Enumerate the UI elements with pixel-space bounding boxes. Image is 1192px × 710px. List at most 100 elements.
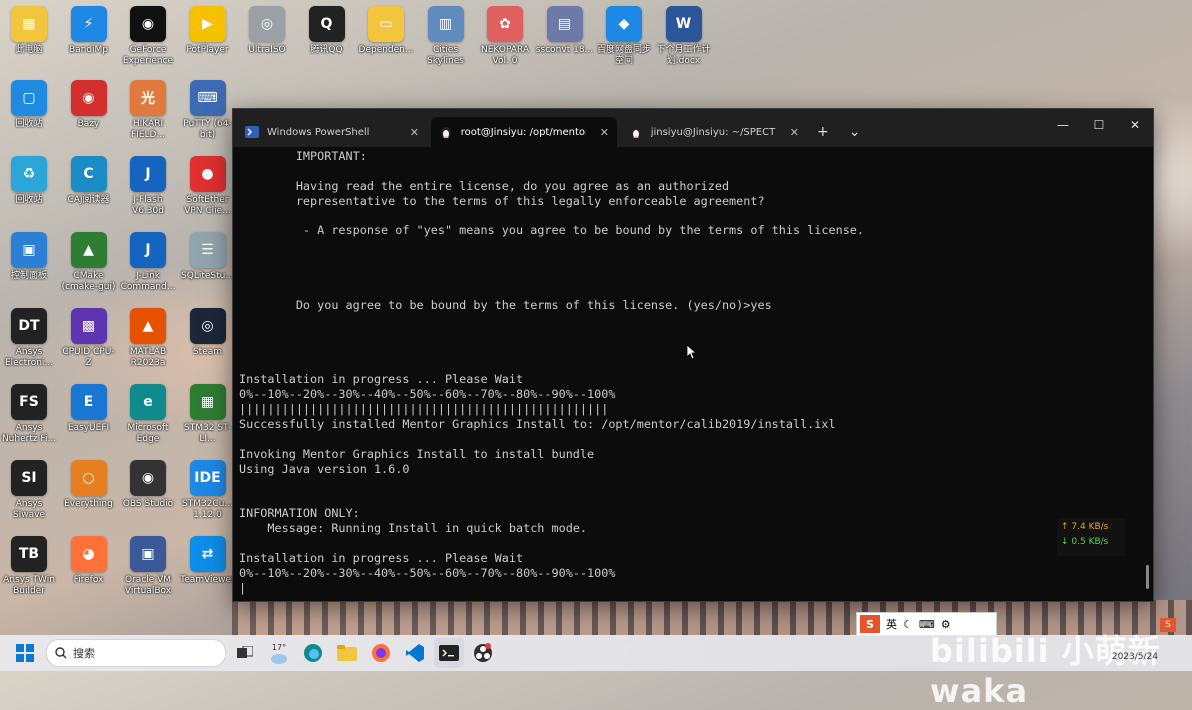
taskbar-search-box[interactable]: 搜索 xyxy=(46,639,226,667)
desktop-icon-label: TeamViewer xyxy=(180,575,235,585)
vscode-icon[interactable] xyxy=(400,638,430,668)
ime-moon-icon[interactable]: ☾ xyxy=(903,618,913,631)
linux-penguin-icon xyxy=(629,125,643,139)
desktop-icon-label: NEKOPARA Vol. 0 xyxy=(481,45,529,66)
file-explorer-icon[interactable] xyxy=(332,638,362,668)
desktop-icon[interactable]: SI Ansys SIwave xyxy=(0,460,58,521)
obs-icon[interactable] xyxy=(468,638,498,668)
desktop-icon[interactable]: ☰ SQLiteStu... xyxy=(179,232,237,282)
terminal-scrollbar[interactable] xyxy=(1146,565,1149,589)
desktop-icon-image: DT xyxy=(11,308,47,344)
terminal-icon[interactable] xyxy=(434,638,464,668)
desktop-icon-image: W xyxy=(665,6,702,42)
taskbar-clock[interactable]: 2023/5/24 xyxy=(1112,652,1158,662)
desktop-icon-image: ▲ xyxy=(130,308,166,344)
desktop-icon[interactable]: ▣ 控制面板 xyxy=(0,232,58,282)
desktop-icon[interactable]: ▤ ssconvt 18... xyxy=(536,6,594,56)
desktop-icon[interactable]: C CAJ阅读器 xyxy=(60,156,118,206)
desktop-icon[interactable]: ▶ PotPlayer xyxy=(179,6,237,56)
terminal-line: 0%--10%--20%--30%--40%--50%--60%--70%--8… xyxy=(239,565,616,580)
desktop-icon[interactable]: ◎ Steam xyxy=(179,308,237,358)
weather-icon[interactable]: 17° xyxy=(264,638,294,668)
desktop-icon-image: ◉ xyxy=(70,80,107,116)
sogou-ime-icon[interactable]: S xyxy=(860,615,880,633)
desktop-icon[interactable]: ◆ 百度网盘同步空间 xyxy=(595,6,653,67)
terminal-output[interactable]: IMPORTANT: Having read the entire licens… xyxy=(239,149,1139,597)
desktop-icon[interactable]: ● SoftEther VPN Clie... xyxy=(179,156,237,217)
desktop-icon[interactable]: ▲ CMake (cmake-gui) xyxy=(60,232,118,293)
minimize-button[interactable]: — xyxy=(1045,109,1081,141)
desktop-icon[interactable]: DT Ansys Electroni... xyxy=(0,308,58,369)
terminal-cursor[interactable]: | xyxy=(239,581,1139,596)
desktop-icon[interactable]: ▢ 回收站 xyxy=(0,80,58,130)
tab-jinsiyu-spectre[interactable]: jinsiyu@Jinsiyu: ~/SPECTRE18.1 ✕ xyxy=(621,117,807,147)
desktop-icon[interactable]: ⇄ TeamViewer xyxy=(179,536,237,586)
desktop-icon-label: SQLiteStu... xyxy=(181,271,234,281)
desktop-icon[interactable]: e Microsoft Edge xyxy=(119,384,177,445)
desktop-icon[interactable]: J J-Flash V6.30d xyxy=(119,156,177,217)
task-view-icon[interactable] xyxy=(230,638,260,668)
firefox-icon[interactable] xyxy=(366,638,396,668)
tab-close-icon[interactable]: ✕ xyxy=(600,126,609,139)
desktop-icon-image: ● xyxy=(189,156,226,192)
maximize-button[interactable]: ☐ xyxy=(1081,109,1117,141)
desktop-icon[interactable]: W 下个月工作计划.docx xyxy=(655,6,713,67)
ime-language[interactable]: 英 xyxy=(886,616,897,632)
desktop-icon-label: Bazy xyxy=(77,119,100,129)
terminal-line: - A response of "yes" means you agree to… xyxy=(239,223,865,238)
tab-windows-powershell[interactable]: Windows PowerShell ✕ xyxy=(237,117,427,147)
desktop-icon[interactable]: FS Ansys Nuhertz Fi... xyxy=(0,384,58,445)
desktop-icon[interactable]: ▣ Oracle VM VirtualBox xyxy=(119,536,177,597)
desktop-icon[interactable]: ✿ NEKOPARA Vol. 0 xyxy=(476,6,534,67)
desktop-icon-image: ⇄ xyxy=(189,536,226,572)
desktop-icon[interactable]: ▲ MATLAB R2023a xyxy=(119,308,177,369)
desktop-icon[interactable]: ◕ Firefox xyxy=(60,536,118,586)
desktop-icon-image: IDE xyxy=(189,460,226,496)
tab-title: Windows PowerShell xyxy=(267,126,370,138)
desktop-icon[interactable]: IDE STM32Cu... 1.12.0 xyxy=(179,460,237,521)
terminal-titlebar[interactable]: Windows PowerShell ✕ root@Jinsiyu: /opt/… xyxy=(233,109,1153,147)
terminal-line: Do you agree to be bound by the terms of… xyxy=(239,297,772,312)
desktop-icon[interactable]: ▭ Dependen... xyxy=(357,6,415,56)
desktop-icon-label: 腾讯QQ xyxy=(310,45,343,55)
desktop-icon[interactable]: ⌨ PuTTY (64-bit) xyxy=(179,80,237,141)
tab-dropdown-button[interactable]: ⌄ xyxy=(839,117,871,147)
desktop-icon-image: ▢ xyxy=(11,80,47,116)
edge-icon[interactable] xyxy=(298,638,328,668)
desktop-icon[interactable]: Q 腾讯QQ xyxy=(298,6,356,56)
desktop-icon[interactable]: ▩ CPUID CPU-Z xyxy=(60,308,118,369)
desktop-icon-image: ✿ xyxy=(487,6,523,42)
tab-root-opt-mentor[interactable]: root@Jinsiyu: /opt/mentor/ca ✕ xyxy=(431,117,617,147)
desktop-icon[interactable]: ▥ Cities Skylines xyxy=(417,6,475,67)
desktop-icon[interactable]: E EasyUEFI xyxy=(60,384,118,434)
desktop-icon-image: ▦ xyxy=(189,384,226,420)
desktop-icon[interactable]: TB Ansys TWin Builder xyxy=(0,536,58,597)
tab-close-icon[interactable]: ✕ xyxy=(410,126,419,139)
desktop-icon-image: ▶ xyxy=(189,6,226,42)
linux-penguin-icon xyxy=(439,125,453,139)
desktop-icon[interactable]: 光 HIKARI FIELD... xyxy=(119,80,177,141)
desktop-icon[interactable]: ◉ Bazy xyxy=(60,80,118,130)
desktop-icon-label: Oracle VM VirtualBox xyxy=(124,575,172,596)
desktop-icon[interactable]: ◎ UltraISO xyxy=(238,6,296,56)
desktop-icon-image: ▣ xyxy=(130,536,166,572)
desktop-icon[interactable]: ○ Everything xyxy=(60,460,118,510)
network-speed-monitor: ↑ 7.4 KB/s ↓ 0.5 KB/s xyxy=(1057,518,1125,556)
tab-title: root@Jinsiyu: /opt/mentor/ca xyxy=(460,126,586,138)
desktop-icon[interactable]: ⚡ BandiMp xyxy=(60,6,118,56)
desktop-icon[interactable]: J J-Link Command... xyxy=(119,232,177,293)
start-icon[interactable] xyxy=(10,638,40,668)
desktop-icon[interactable]: ◉ OBS Studio xyxy=(119,460,177,510)
desktop-icon[interactable]: ♻ 回收站 xyxy=(0,156,58,206)
desktop-icon[interactable]: ◉ GeForce Experience xyxy=(119,6,177,67)
tab-close-icon[interactable]: ✕ xyxy=(790,126,799,139)
desktop-icon[interactable]: ▦ STM32 ST-LI... xyxy=(179,384,237,445)
desktop-icon-label: CAJ阅读器 xyxy=(67,195,110,205)
desktop-icon[interactable]: ▦ 此电脑 xyxy=(0,6,58,56)
desktop-icon-image: SI xyxy=(11,460,47,496)
desktop-icon-image: ◉ xyxy=(130,6,166,42)
new-tab-button[interactable]: + xyxy=(807,117,839,147)
close-button[interactable]: ✕ xyxy=(1117,109,1153,141)
